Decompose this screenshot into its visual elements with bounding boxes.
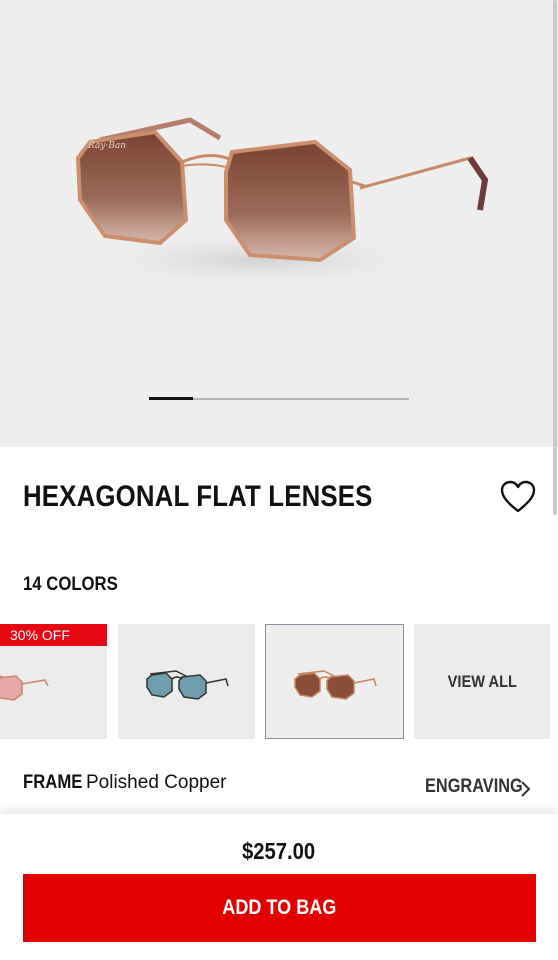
carousel-progress [149, 397, 409, 400]
frame-row: FRAME Polished Copper ENGRAVING [0, 770, 558, 804]
product-sunglasses-image: Ray·Ban [60, 117, 489, 290]
color-swatch-selected[interactable] [265, 624, 404, 739]
view-all-colors-button[interactable]: VIEW ALL [414, 624, 550, 739]
product-header: HEXAGONAL FLAT LENSES [0, 474, 558, 524]
price: $257.00 [0, 838, 558, 865]
heart-icon[interactable] [500, 480, 536, 514]
product-title: HEXAGONAL FLAT LENSES [23, 480, 373, 513]
frame-value: Polished Copper [86, 772, 227, 793]
frame-label: FRAME [23, 772, 83, 793]
color-swatch[interactable] [118, 624, 255, 739]
sale-badge: 30% OFF [0, 624, 107, 646]
add-to-bag-button[interactable]: ADD TO BAG [23, 874, 536, 942]
swatch-glasses-image [0, 674, 49, 701]
view-all-label: VIEW ALL [447, 671, 517, 691]
price-value: $257.00 [242, 838, 316, 864]
swatch-glasses-image [293, 669, 377, 700]
view-all-label-wrap: VIEW ALL [414, 624, 550, 739]
color-swatch[interactable]: 30% OFF [0, 624, 107, 739]
purchase-bar: $257.00 ADD TO BAG [0, 814, 558, 960]
add-to-bag-label: ADD TO BAG [222, 896, 337, 919]
product-image-carousel[interactable]: Ray·Ban [0, 0, 558, 447]
colors-count: 14 COLORS [23, 574, 118, 595]
carousel-progress-active [149, 397, 193, 400]
svg-text:Ray·Ban: Ray·Ban [87, 141, 126, 151]
page-scrollbar[interactable] [553, 0, 557, 515]
swatch-glasses-image [145, 669, 229, 700]
engraving-link[interactable]: ENGRAVING [425, 776, 523, 798]
chevron-right-icon[interactable] [520, 780, 532, 798]
